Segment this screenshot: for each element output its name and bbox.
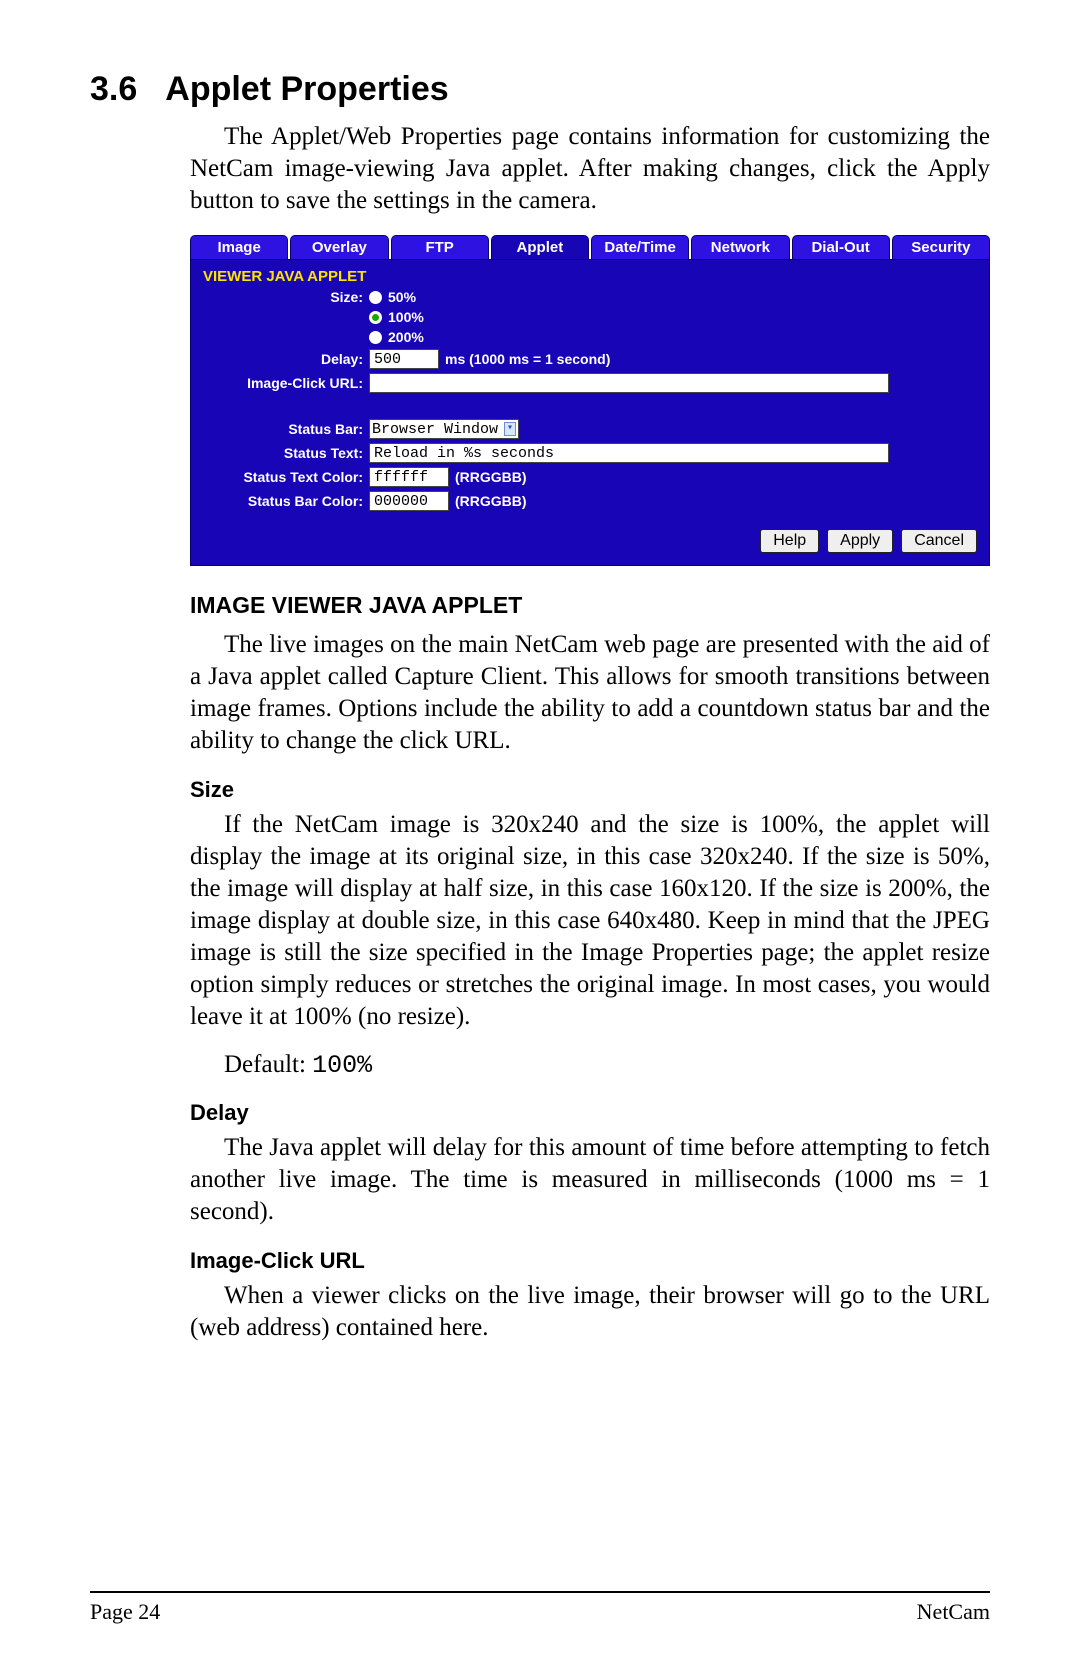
row-status-bar: Status Bar: Browser Window ▾ (203, 419, 977, 439)
row-status-text: Status Text: Reload in %s seconds (203, 443, 977, 463)
row-status-bar-color: Status Bar Color: 000000 (RRGGBB) (203, 491, 977, 511)
row-delay: Delay: 500 ms (1000 ms = 1 second) (203, 349, 977, 369)
label-image-click: Image-Click URL: (203, 375, 369, 391)
heading-image-viewer: IMAGE VIEWER JAVA APPLET (90, 592, 990, 619)
status-text-color-input[interactable]: ffffff (369, 467, 449, 487)
apply-button[interactable]: Apply (827, 529, 893, 553)
radio-size-100[interactable] (369, 311, 382, 324)
radio-size-50[interactable] (369, 291, 382, 304)
label-status-bar-color: Status Bar Color: (203, 493, 369, 509)
label-delay: Delay: (203, 351, 369, 367)
applet-screenshot: Image Overlay FTP Applet Date/Time Netwo… (90, 235, 990, 566)
panel-title: VIEWER JAVA APPLET (203, 268, 977, 285)
row-size-100: 100% (203, 309, 977, 325)
cancel-button[interactable]: Cancel (901, 529, 977, 553)
radio-label-50: 50% (388, 289, 416, 305)
label-status-text-color: Status Text Color: (203, 469, 369, 485)
row-image-click: Image-Click URL: (203, 373, 977, 393)
section-number: 3.6 (90, 70, 137, 109)
tab-dialout[interactable]: Dial-Out (792, 235, 890, 259)
intro-paragraph: The Applet/Web Properties page contains … (90, 121, 990, 217)
section-title: 3.6 Applet Properties (90, 70, 990, 109)
heading-size: Size (90, 777, 990, 803)
status-bar-select[interactable]: Browser Window ▾ (369, 419, 519, 439)
section-heading-text: Applet Properties (165, 70, 448, 108)
status-text-input[interactable]: Reload in %s seconds (369, 443, 889, 463)
radio-label-200: 200% (388, 329, 424, 345)
label-status-text: Status Text: (203, 445, 369, 461)
footer-right: NetCam (917, 1599, 990, 1625)
row-size-50: Size: 50% (203, 289, 977, 305)
status-bar-value: Browser Window (372, 421, 498, 438)
default-size-line: Default: 100% (90, 1051, 990, 1080)
tab-security[interactable]: Security (892, 235, 990, 259)
para-imgclick: When a viewer clicks on the live image, … (90, 1280, 990, 1344)
tab-image[interactable]: Image (190, 235, 288, 259)
applet-panel: VIEWER JAVA APPLET Size: 50% 100% 200% D… (190, 259, 990, 566)
label-status-bar: Status Bar: (203, 421, 369, 437)
para-size: If the NetCam image is 320x240 and the s… (90, 809, 990, 1033)
tab-applet[interactable]: Applet (491, 235, 589, 259)
chevron-down-icon: ▾ (504, 422, 516, 436)
para-delay: The Java applet will delay for this amou… (90, 1132, 990, 1228)
delay-hint: ms (1000 ms = 1 second) (445, 351, 610, 367)
radio-label-100: 100% (388, 309, 424, 325)
para-image-viewer: The live images on the main NetCam web p… (90, 629, 990, 757)
default-label: Default: (224, 1051, 306, 1078)
tab-overlay[interactable]: Overlay (290, 235, 388, 259)
label-size: Size: (203, 289, 369, 305)
row-status-text-color: Status Text Color: ffffff (RRGGBB) (203, 467, 977, 487)
tab-ftp[interactable]: FTP (391, 235, 489, 259)
hint-rrggbb-1: (RRGGBB) (455, 469, 527, 485)
row-size-200: 200% (203, 329, 977, 345)
tab-datetime[interactable]: Date/Time (591, 235, 689, 259)
page-footer: Page 24 NetCam (90, 1591, 990, 1625)
tab-network[interactable]: Network (691, 235, 789, 259)
heading-delay: Delay (90, 1100, 990, 1126)
tab-row: Image Overlay FTP Applet Date/Time Netwo… (190, 235, 990, 259)
status-bar-color-input[interactable]: 000000 (369, 491, 449, 511)
footer-left: Page 24 (90, 1599, 160, 1625)
heading-imgclick: Image-Click URL (90, 1248, 990, 1274)
image-click-input[interactable] (369, 373, 889, 393)
button-row: Help Apply Cancel (203, 529, 977, 553)
default-size-value: 100% (312, 1051, 372, 1080)
help-button[interactable]: Help (760, 529, 819, 553)
delay-input[interactable]: 500 (369, 349, 439, 369)
radio-size-200[interactable] (369, 331, 382, 344)
hint-rrggbb-2: (RRGGBB) (455, 493, 527, 509)
